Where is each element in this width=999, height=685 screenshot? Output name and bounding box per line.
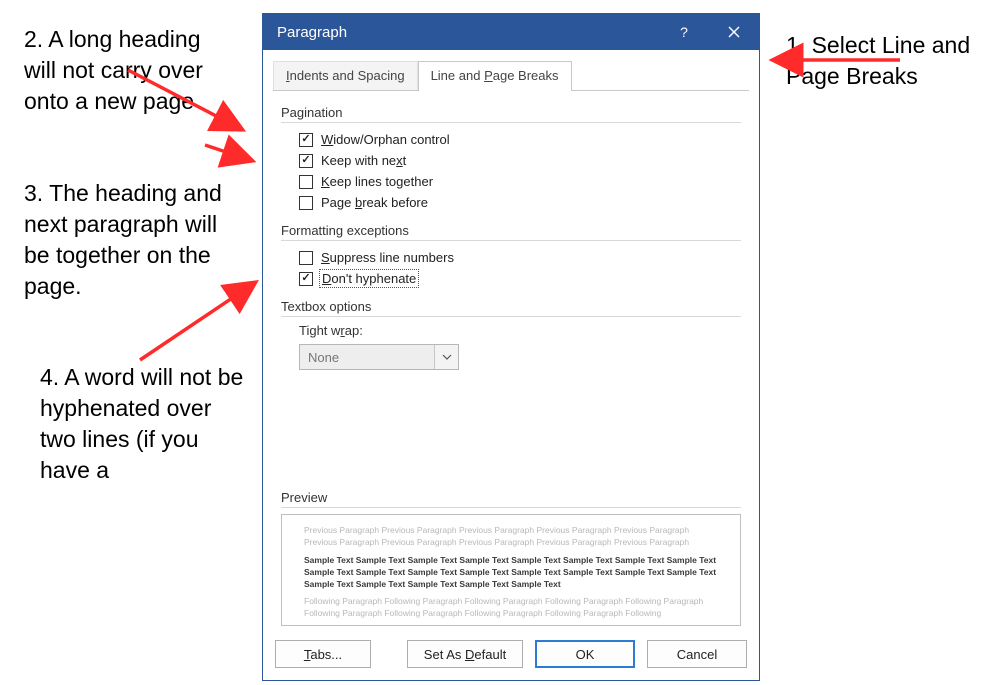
checkbox-dont-hyphenate[interactable]: Don't hyphenate xyxy=(299,268,741,289)
preview-sample: Sample Text Sample Text Sample Text Samp… xyxy=(304,555,718,591)
help-button[interactable]: ? xyxy=(659,14,709,50)
tab-line-and-page-breaks[interactable]: Line and Page Breaks xyxy=(418,61,572,91)
group-formatting: Suppress line numbers Don't hyphenate xyxy=(281,241,741,293)
button-row: Tabs... Set As Default OK Cancel xyxy=(263,626,759,680)
select-value: None xyxy=(300,350,434,365)
dialog-body: Pagination Widow/Orphan control Keep wit… xyxy=(263,91,759,626)
group-textbox-label: Textbox options xyxy=(281,299,741,317)
tab-label: Indents and Spacing xyxy=(286,68,405,83)
checkbox-label: Keep with next xyxy=(321,153,406,168)
group-textbox: Tight wrap: None xyxy=(281,317,741,374)
preview-previous: Previous Paragraph Previous Paragraph Pr… xyxy=(304,525,718,549)
button-label: Tabs... xyxy=(304,647,342,662)
checkbox-label: Widow/Orphan control xyxy=(321,132,450,147)
checkbox-box xyxy=(299,272,313,286)
annotation-1: 1. Select Line and Page Breaks xyxy=(786,30,986,92)
annotation-3: 3. The heading and next paragraph will b… xyxy=(24,178,244,302)
ok-button[interactable]: OK xyxy=(535,640,635,668)
tab-strip: Indents and Spacing Line and Page Breaks xyxy=(263,50,759,90)
checkbox-widow-orphan[interactable]: Widow/Orphan control xyxy=(299,129,741,150)
tab-indents-and-spacing[interactable]: Indents and Spacing xyxy=(273,61,418,91)
checkbox-page-break-before[interactable]: Page break before xyxy=(299,192,741,213)
checkbox-box xyxy=(299,175,313,189)
group-pagination-label: Pagination xyxy=(281,105,741,123)
group-formatting-label: Formatting exceptions xyxy=(281,223,741,241)
tabs-button[interactable]: Tabs... xyxy=(275,640,371,668)
group-pagination: Widow/Orphan control Keep with next Keep… xyxy=(281,123,741,217)
checkbox-keep-lines-together[interactable]: Keep lines together xyxy=(299,171,741,192)
button-label: Set As Default xyxy=(424,647,506,662)
checkbox-box xyxy=(299,251,313,265)
preview-box: Previous Paragraph Previous Paragraph Pr… xyxy=(281,514,741,626)
checkbox-label: Page break before xyxy=(321,195,428,210)
annotation-4: 4. A word will not be hyphenated over tw… xyxy=(40,362,245,486)
checkbox-label: Keep lines together xyxy=(321,174,433,189)
annotation-2: 2. A long heading will not carry over on… xyxy=(24,24,229,117)
button-label: OK xyxy=(576,647,595,662)
button-label: Cancel xyxy=(677,647,717,662)
cancel-button[interactable]: Cancel xyxy=(647,640,747,668)
tight-wrap-label: Tight wrap: xyxy=(299,323,741,340)
close-icon xyxy=(728,26,740,38)
checkbox-suppress-line-numbers[interactable]: Suppress line numbers xyxy=(299,247,741,268)
checkbox-keep-with-next[interactable]: Keep with next xyxy=(299,150,741,171)
checkbox-label: Don't hyphenate xyxy=(321,271,417,286)
set-as-default-button[interactable]: Set As Default xyxy=(407,640,523,668)
dialog-title: Paragraph xyxy=(277,24,347,41)
preview-following: Following Paragraph Following Paragraph … xyxy=(304,596,718,620)
group-preview-label: Preview xyxy=(281,490,741,508)
checkbox-box xyxy=(299,154,313,168)
close-button[interactable] xyxy=(709,14,759,50)
tight-wrap-select[interactable]: None xyxy=(299,344,459,370)
checkbox-label: Suppress line numbers xyxy=(321,250,454,265)
chevron-down-icon xyxy=(434,345,458,369)
checkbox-box xyxy=(299,196,313,210)
tab-label: Line and Page Breaks xyxy=(431,68,559,83)
checkbox-box xyxy=(299,133,313,147)
paragraph-dialog: Paragraph ? Indents and Spacing Line and… xyxy=(262,13,760,681)
titlebar: Paragraph ? xyxy=(263,14,759,50)
